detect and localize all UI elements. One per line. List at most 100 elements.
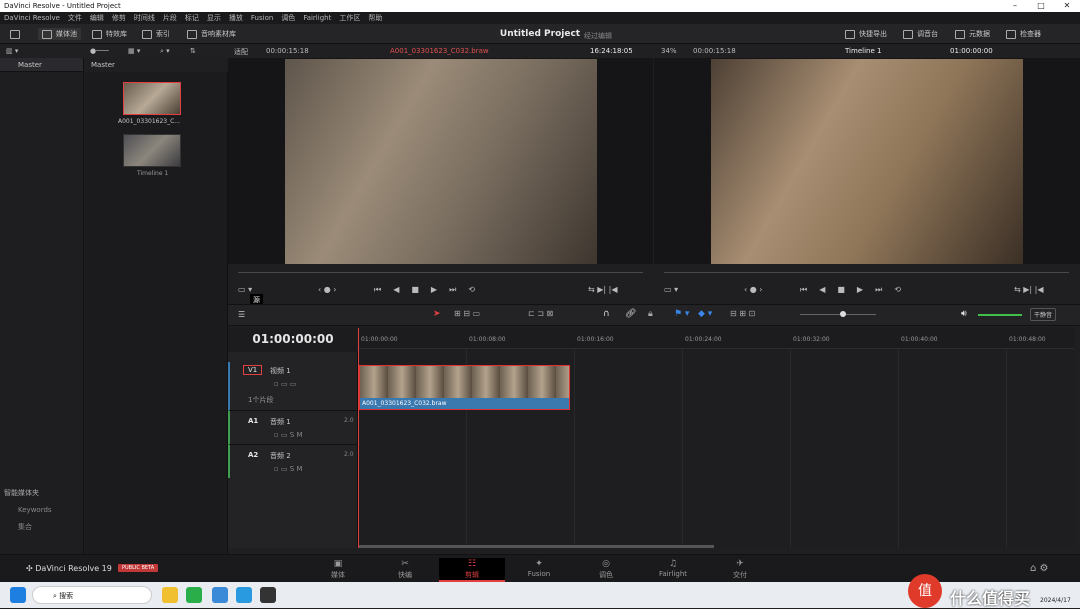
track-header-a2[interactable]: A2 音频 2 2.0 ▫ ▭ S M [228,444,357,478]
master-bin[interactable]: Master [0,58,83,72]
menu-item[interactable]: 标记 [185,13,199,23]
volume-slider[interactable] [978,314,1022,316]
menu-item[interactable]: 显示 [207,13,221,23]
insert-tools[interactable]: ⊏ ⊐ ⊠ [528,309,553,318]
stop-icon[interactable]: ■ [837,285,845,295]
wechat-icon[interactable] [186,587,202,603]
track-id[interactable]: A1 [248,417,258,425]
app-icon[interactable] [212,587,228,603]
menu-item[interactable]: 播放 [229,13,243,23]
start-icon[interactable] [10,587,26,603]
play-icon[interactable]: ▶ [857,285,863,295]
timeline-ruler[interactable]: 01:00:00:00 01:00:08:00 01:00:16:00 01:0… [358,327,1074,349]
menu-item[interactable]: Fairlight [303,14,331,22]
track-buttons[interactable]: ▫ ▭ ▭ [274,380,296,388]
timeline-thumbnail[interactable] [123,134,181,167]
select-tool-icon[interactable]: ➤ [433,309,441,319]
fit-dropdown[interactable]: 适配 [234,47,248,57]
track-id[interactable]: V1 [243,365,263,375]
close-button[interactable]: ✕ [1054,0,1080,12]
index-button[interactable]: 索引 [142,28,170,40]
format-icon[interactable]: ▭ ▾ [664,285,678,294]
source-viewer[interactable] [228,58,653,264]
menu-item[interactable]: 调色 [281,13,295,23]
layout-icon[interactable]: ▥ ▾ [6,47,18,55]
workspace-icon[interactable] [10,28,20,40]
play-reverse-icon[interactable]: ◀ [819,285,825,295]
skip-back-icon[interactable]: ⏮ [374,285,381,295]
skip-forward-icon[interactable]: ⏭ [875,285,882,295]
track-buttons[interactable]: ▫ ▭ S M [274,465,303,473]
play-icon[interactable]: ▶ [431,285,437,295]
page-media[interactable]: ▣ 媒体 [305,558,371,582]
mark-icons[interactable]: ⇆ ▶| |◀ [588,285,617,294]
volume-icon[interactable]: 🔊︎ [961,309,967,319]
metadata-button[interactable]: 元数据 [955,28,990,40]
jog-control[interactable]: ‹ ● › [744,285,762,294]
app-icon[interactable] [236,587,252,603]
menu-item[interactable]: 编辑 [90,13,104,23]
menu-item[interactable]: 文件 [68,13,82,23]
playhead[interactable] [358,328,359,548]
search-icon[interactable]: ⌕ ▾ [160,47,170,56]
mark-icons[interactable]: ⇆ ▶| |◀ [1014,285,1043,294]
menu-item[interactable]: DaVinci Resolve [4,14,60,22]
video-clip[interactable]: A001_03301623_C032.braw [359,365,570,410]
file-explorer-icon[interactable] [162,587,178,603]
loop-icon[interactable]: ⟲ [894,285,901,295]
menu-item[interactable]: 工作区 [339,13,360,23]
zoom-tools[interactable]: ⊟ ⊞ ⊡ [730,309,755,318]
collections-bin[interactable]: 集合 [18,522,32,532]
page-fusion[interactable]: ✦ Fusion [506,558,572,582]
minimize-button[interactable]: – [1002,0,1028,12]
format-icon[interactable]: ▭ ▾ [238,285,252,294]
timeline-viewer[interactable] [654,58,1080,264]
view-icon[interactable]: ▦ ▾ [128,47,140,55]
source-scrubber[interactable] [238,272,643,273]
zoom-level[interactable]: 34% [661,47,677,55]
track-header-a1[interactable]: A1 音频 1 2.0 ▫ ▭ S M [228,410,357,444]
home-icon[interactable]: ⌂ ⚙ [1030,563,1049,574]
sound-library-button[interactable]: 音响素材库 [187,28,236,40]
lock-icon[interactable]: 🔒︎ [648,309,653,319]
page-edit[interactable]: ☷ 剪辑 [439,558,505,582]
track-id[interactable]: A2 [248,451,258,459]
menu-item[interactable]: 修剪 [112,13,126,23]
audio-mute-button[interactable]: 干静音 [1030,308,1057,321]
page-fairlight[interactable]: ♫ Fairlight [640,558,706,582]
loop-icon[interactable]: ⟲ [468,285,475,295]
timeline-options-icon[interactable]: ☰ [238,310,245,319]
menu-item[interactable]: 帮助 [368,13,382,23]
timeline-dropdown[interactable]: Timeline 1 [845,47,881,55]
edit-tools[interactable]: ⊞ ⊟ ▭ [454,309,480,318]
snap-icon[interactable]: ∩ [603,309,610,319]
link-icon[interactable]: 🔗︎ [625,309,636,319]
effects-button[interactable]: 特效库 [92,28,127,40]
mixer-button[interactable]: 调音台 [903,28,938,40]
maximize-button[interactable]: □ [1028,0,1054,12]
taskbar-search[interactable]: ⌕ 搜索 [32,586,152,604]
zoom-slider[interactable] [800,314,876,315]
menu-item[interactable]: 片段 [163,13,177,23]
size-slider[interactable]: ●─── [90,47,109,55]
stop-icon[interactable]: ■ [411,285,419,295]
menu-item[interactable]: 时间线 [134,13,155,23]
media-pool-button[interactable]: 媒体池 [38,28,81,40]
page-cut[interactable]: ✂ 快编 [372,558,438,582]
keywords-bin[interactable]: Keywords [18,506,52,514]
davinci-taskbar-icon[interactable] [260,587,276,603]
page-deliver[interactable]: ✈ 交付 [707,558,773,582]
timeline-scrubber[interactable] [664,272,1069,273]
sort-icon[interactable]: ⇅ [190,47,196,55]
zoom-slider-knob[interactable] [840,311,846,317]
marker-icon[interactable]: ◆ ▾ [698,309,712,319]
clip-thumbnail[interactable] [123,82,181,115]
page-color[interactable]: ◎ 调色 [573,558,639,582]
skip-back-icon[interactable]: ⏮ [800,285,807,295]
flag-icon[interactable]: ⚑ ▾ [674,309,689,319]
quick-export-button[interactable]: 快捷导出 [845,28,887,40]
track-buttons[interactable]: ▫ ▭ S M [274,431,303,439]
play-reverse-icon[interactable]: ◀ [393,285,399,295]
horizontal-scrollbar[interactable] [358,545,714,548]
skip-forward-icon[interactable]: ⏭ [449,285,456,295]
